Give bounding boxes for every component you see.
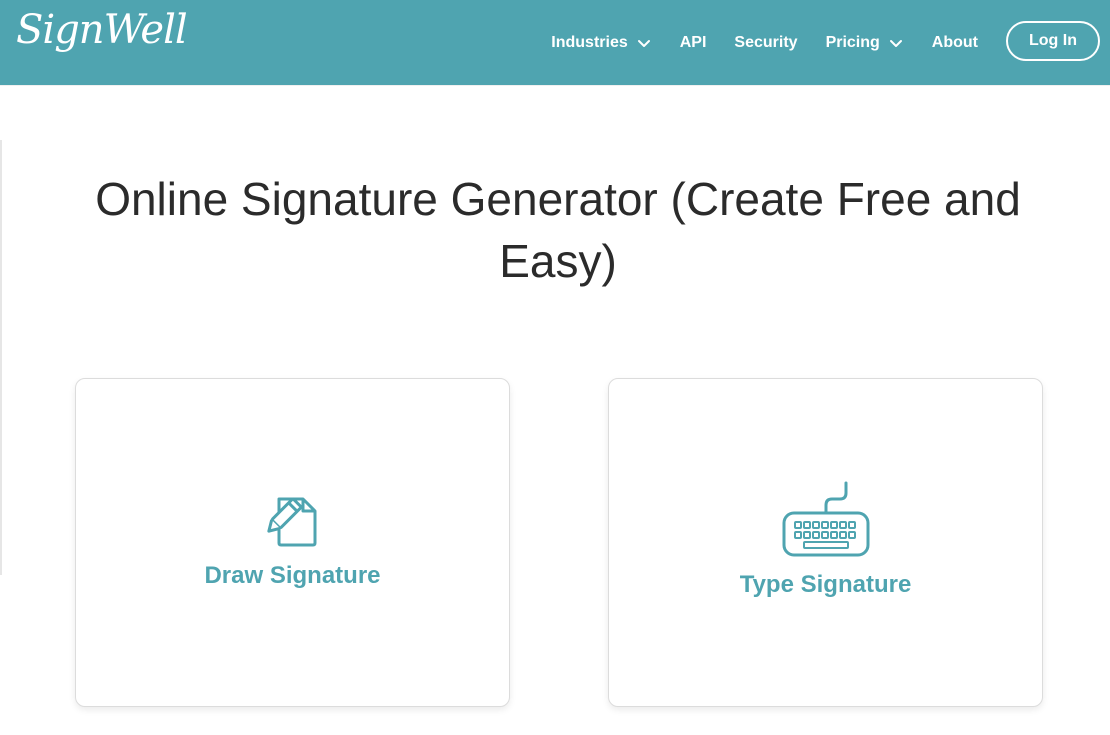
chevron-down-icon (889, 39, 902, 47)
nav-about-label: About (931, 33, 978, 51)
type-signature-label: Type Signature (739, 571, 912, 598)
signwell-logo[interactable]: SignWell (16, 10, 188, 50)
nav-security[interactable]: Security (734, 34, 797, 52)
pencil-document-icon (266, 497, 316, 547)
nav-industries-label: Industries (551, 33, 628, 51)
login-button[interactable]: Log In (1006, 21, 1100, 61)
top-navbar: SignWell Industries API Security Pricing… (0, 0, 1110, 85)
page-title: Online Signature Generator (Create Free … (95, 173, 1021, 287)
nav-security-label: Security (734, 33, 798, 51)
draw-signature-card[interactable]: Draw Signature (75, 378, 510, 707)
nav-pricing[interactable]: Pricing (826, 34, 904, 52)
nav-pricing-label: Pricing (825, 33, 880, 51)
page-left-edge (0, 140, 2, 575)
type-signature-card[interactable]: Type Signature (608, 378, 1043, 707)
nav-about[interactable]: About (932, 34, 978, 52)
nav-api-label: API (679, 33, 707, 51)
main-nav: Industries API Security Pricing About (551, 0, 978, 85)
nav-industries[interactable]: Industries (551, 34, 651, 52)
draw-signature-label: Draw Signature (204, 562, 381, 589)
keyboard-icon (782, 481, 869, 557)
chevron-down-icon (637, 39, 650, 47)
nav-api[interactable]: API (680, 34, 707, 52)
